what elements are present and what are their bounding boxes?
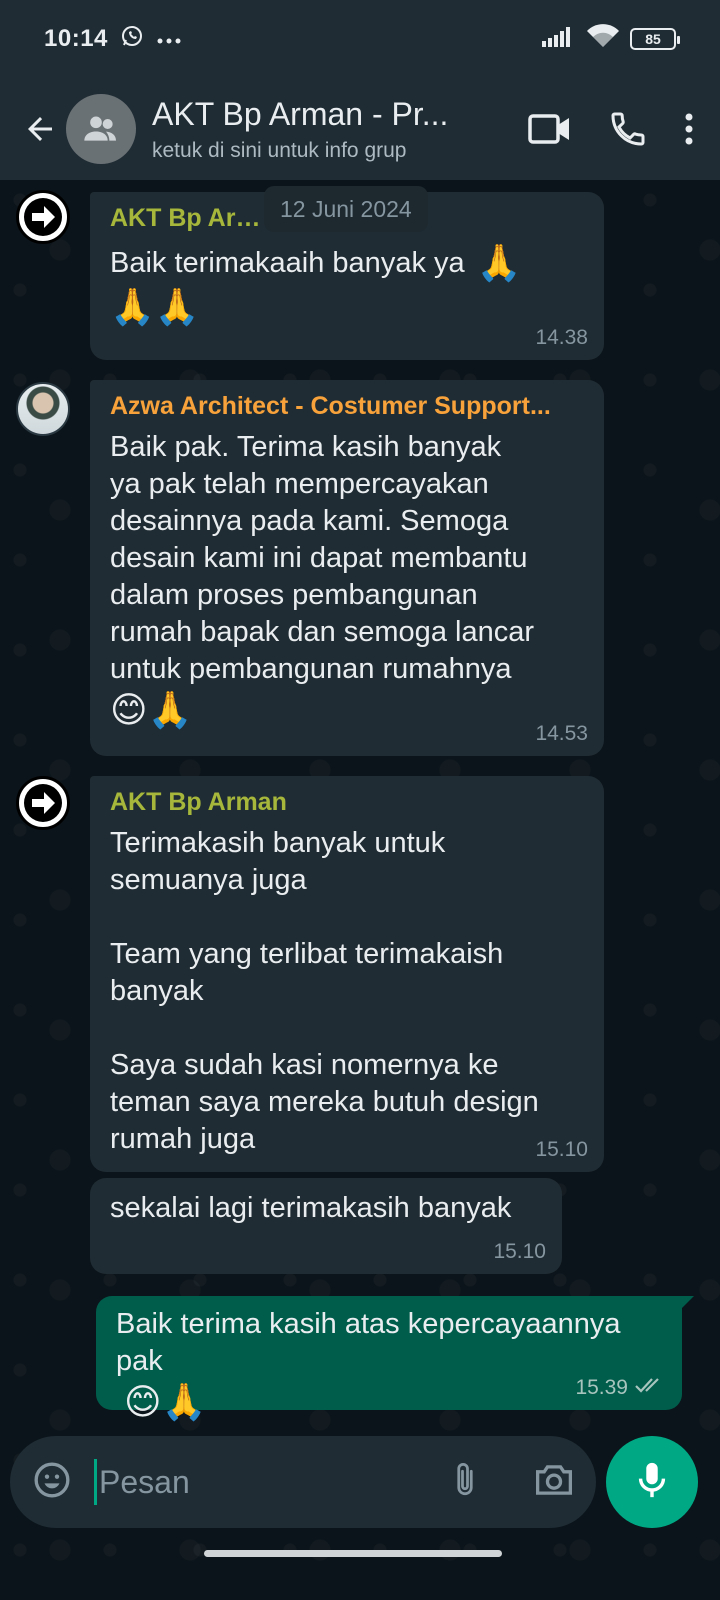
message-text-row: Baik terimakaaih banyak ya 🙏 [110, 241, 584, 285]
phone-call-icon[interactable] [608, 109, 648, 149]
message-time: 14.38 [535, 326, 588, 349]
more-dots-icon [156, 25, 182, 53]
message-text: Baik pak. Terima kasih banyak ya pak tel… [110, 431, 534, 685]
message-bubble[interactable]: sekalai lagi terimakasih banyak 15.10 [90, 1178, 562, 1274]
message-sender[interactable]: AKT Bp Arman [110, 788, 584, 817]
group-avatar-icon[interactable] [66, 94, 136, 164]
double-check-read-icon [634, 1376, 664, 1400]
message-text: sekalai lagi terimakasih banyak [110, 1192, 512, 1224]
message-emoji-line: 😊🙏 [124, 1381, 207, 1422]
message-time-status: 15.39 [575, 1376, 664, 1400]
message-bubble[interactable]: Azwa Architect - Costumer Support... Bai… [90, 380, 604, 756]
date-chip: 12 Juni 2024 [264, 186, 428, 232]
sender-avatar[interactable] [16, 382, 70, 436]
message-emoji-line: 😊🙏 [110, 689, 193, 730]
message-composer[interactable] [10, 1436, 596, 1528]
message-sender[interactable]: Azwa Architect - Costumer Support... [110, 392, 584, 421]
message-text: Baik terima kasih atas kepercayaannya pa… [116, 1308, 621, 1377]
back-arrow-icon[interactable] [10, 99, 70, 159]
mic-icon [634, 1460, 670, 1505]
signal-icon [542, 25, 576, 54]
camera-icon[interactable] [534, 1462, 574, 1503]
whatsapp-icon [120, 24, 144, 55]
message-input[interactable] [99, 1463, 419, 1501]
message-text: Baik terimakaaih banyak ya [110, 246, 465, 279]
sender-avatar-arrow-icon[interactable] [16, 190, 70, 244]
video-call-icon[interactable] [528, 111, 572, 147]
message-time: 15.10 [493, 1240, 546, 1263]
message-time: 15.39 [575, 1376, 628, 1399]
message-emoji-line: 🙏🙏 [110, 286, 200, 327]
status-bar: 10:14 85 [0, 0, 720, 78]
message-sender[interactable]: AKT Bp Arman [110, 204, 270, 233]
message-text: Terimakasih banyak untuk semuanya juga T… [110, 827, 539, 1155]
message-time: 14.53 [535, 722, 588, 745]
message-bubble[interactable]: AKT Bp Arman Terimakasih banyak untuk se… [90, 776, 604, 1172]
pray-emoji: 🙏 [476, 242, 522, 283]
chat-title-block[interactable]: AKT Bp Arman - Pr... ketuk di sini untuk… [152, 96, 452, 163]
battery-icon: 85 [630, 28, 680, 50]
sender-avatar-arrow-icon[interactable] [16, 776, 70, 830]
chat-title: AKT Bp Arman - Pr... [152, 95, 449, 132]
battery-level: 85 [645, 31, 661, 47]
chat-header[interactable]: AKT Bp Arman - Pr... ketuk di sini untuk… [0, 78, 720, 180]
home-indicator[interactable] [204, 1550, 502, 1557]
message-time: 15.10 [535, 1138, 588, 1161]
status-time: 10:14 [44, 25, 108, 52]
message-bubble-outgoing[interactable]: Baik terima kasih atas kepercayaannya pa… [96, 1296, 694, 1422]
more-vert-icon[interactable] [684, 112, 694, 146]
wifi-icon [586, 23, 620, 56]
chat-subtitle: ketuk di sini untuk info grup [152, 138, 407, 162]
mic-button[interactable] [606, 1436, 698, 1528]
emoji-icon[interactable] [32, 1460, 72, 1505]
attach-icon[interactable] [450, 1460, 480, 1505]
